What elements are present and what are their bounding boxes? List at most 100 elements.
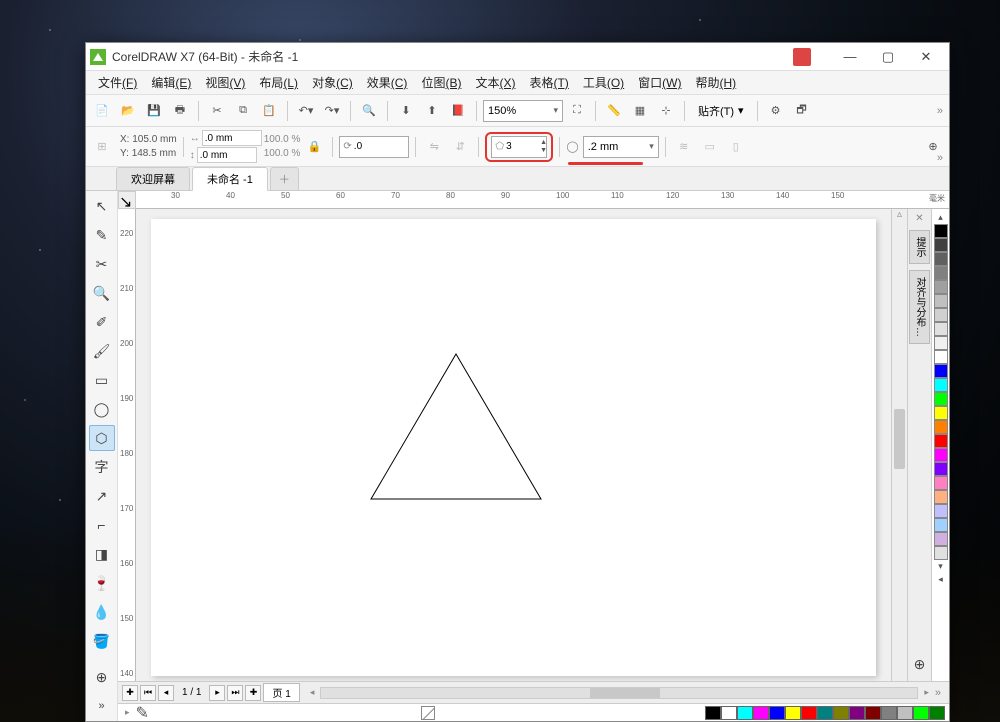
- horizontal-scroll-thumb[interactable]: [590, 688, 660, 698]
- color-swatch[interactable]: [934, 294, 948, 308]
- color-swatch[interactable]: [934, 476, 948, 490]
- color-swatch[interactable]: [934, 280, 948, 294]
- color-swatch[interactable]: [785, 706, 801, 720]
- pick-tool[interactable]: ↖: [89, 193, 115, 219]
- maximize-button[interactable]: ▢: [869, 47, 907, 67]
- eyedropper-icon[interactable]: ✎: [136, 703, 149, 722]
- horizontal-ruler[interactable]: 30 40 50 60 70 80 90 100 110 120 130 140…: [136, 191, 949, 209]
- menu-tools[interactable]: 工具(O): [577, 72, 630, 93]
- grid-button[interactable]: ▦: [628, 99, 652, 123]
- color-swatch[interactable]: [934, 448, 948, 462]
- drawing-page[interactable]: [151, 219, 876, 676]
- color-swatch[interactable]: [833, 706, 849, 720]
- color-swatch[interactable]: [934, 504, 948, 518]
- color-swatch[interactable]: [934, 462, 948, 476]
- to-back-icon[interactable]: ▯: [724, 135, 748, 159]
- page-tab-1[interactable]: 页 1: [263, 683, 299, 702]
- color-swatch[interactable]: [769, 706, 785, 720]
- next-page-button[interactable]: ▸: [209, 685, 225, 701]
- artistic-media-tool[interactable]: 🖌: [89, 338, 115, 364]
- mirror-v-icon[interactable]: ⇵: [448, 135, 472, 159]
- color-swatch[interactable]: [934, 266, 948, 280]
- width-input[interactable]: [202, 130, 262, 146]
- add-page-after-button[interactable]: ✚: [245, 685, 261, 701]
- docker-close-icon[interactable]: ✕: [915, 213, 923, 224]
- color-swatch[interactable]: [934, 434, 948, 448]
- polygon-points-input[interactable]: ⬠ ▲▼: [491, 136, 547, 158]
- freehand-tool[interactable]: ✐: [89, 309, 115, 335]
- polygon-tool[interactable]: ⬡: [89, 425, 115, 451]
- outline-width-combo[interactable]: .2 mm: [583, 136, 659, 158]
- vertical-scrollbar[interactable]: ▵: [891, 209, 907, 681]
- copy-button[interactable]: ⧉: [231, 99, 255, 123]
- mirror-h-icon[interactable]: ⇋: [422, 135, 446, 159]
- nav-overflow-icon[interactable]: »: [931, 687, 945, 699]
- prev-page-button[interactable]: ◂: [158, 685, 174, 701]
- palette-down-icon[interactable]: ▾: [932, 560, 949, 573]
- open-button[interactable]: 📂: [116, 99, 140, 123]
- palette-flyout-icon[interactable]: ◂: [932, 573, 949, 586]
- color-swatch[interactable]: [897, 706, 913, 720]
- redo-button[interactable]: ↷▾: [320, 99, 344, 123]
- color-swatch[interactable]: [865, 706, 881, 720]
- bottom-palette-left-icon[interactable]: ▸: [122, 707, 133, 718]
- triangle-shape[interactable]: [366, 349, 546, 509]
- color-swatch[interactable]: [934, 532, 948, 546]
- toolbar-overflow-icon[interactable]: »: [937, 105, 943, 117]
- crop-tool[interactable]: ✂: [89, 251, 115, 277]
- color-swatch[interactable]: [934, 308, 948, 322]
- save-button[interactable]: 💾: [142, 99, 166, 123]
- docker-hints[interactable]: 提示: [909, 230, 930, 264]
- palette-up-icon[interactable]: ▴: [932, 211, 949, 224]
- color-swatch[interactable]: [913, 706, 929, 720]
- lock-ratio-icon[interactable]: 🔒: [302, 135, 326, 159]
- color-swatch[interactable]: [934, 490, 948, 504]
- new-button[interactable]: 📄: [90, 99, 114, 123]
- color-swatch[interactable]: [934, 252, 948, 266]
- add-page-button[interactable]: ✚: [122, 685, 138, 701]
- color-swatch[interactable]: [801, 706, 817, 720]
- close-button[interactable]: ✕: [907, 47, 945, 67]
- menu-object[interactable]: 对象(C): [306, 72, 359, 93]
- rectangle-tool[interactable]: ▭: [89, 367, 115, 393]
- import-button[interactable]: ⬇: [394, 99, 418, 123]
- color-swatch[interactable]: [881, 706, 897, 720]
- undo-button[interactable]: ↶▾: [294, 99, 318, 123]
- menu-view[interactable]: 视图(V): [199, 72, 251, 93]
- menu-edit[interactable]: 编辑(E): [145, 72, 197, 93]
- horizontal-scrollbar[interactable]: [320, 687, 918, 699]
- shape-tool[interactable]: ✎: [89, 222, 115, 248]
- color-eyedropper-tool[interactable]: 💧: [89, 599, 115, 625]
- interactive-fill-tool[interactable]: 🪣: [89, 628, 115, 654]
- quick-customize-icon[interactable]: ⊕: [89, 664, 115, 690]
- color-swatch[interactable]: [705, 706, 721, 720]
- text-tool[interactable]: 字: [89, 454, 115, 480]
- object-size[interactable]: ↔ ↕: [190, 130, 262, 163]
- first-page-button[interactable]: ⏮: [140, 685, 156, 701]
- color-swatch[interactable]: [934, 420, 948, 434]
- tab-add-button[interactable]: ＋: [270, 167, 299, 190]
- menu-bitmap[interactable]: 位图(B): [415, 72, 467, 93]
- toolbox-overflow-icon[interactable]: »: [89, 693, 115, 719]
- color-swatch[interactable]: [737, 706, 753, 720]
- color-swatch[interactable]: [934, 518, 948, 532]
- cut-button[interactable]: ✂: [205, 99, 229, 123]
- menu-window[interactable]: 窗口(W): [632, 72, 687, 93]
- menu-table[interactable]: 表格(T): [523, 72, 574, 93]
- user-account-icon[interactable]: [793, 48, 811, 66]
- last-page-button[interactable]: ⏭: [227, 685, 243, 701]
- color-swatch[interactable]: [721, 706, 737, 720]
- color-swatch[interactable]: [929, 706, 945, 720]
- color-swatch[interactable]: [934, 350, 948, 364]
- wrap-text-icon[interactable]: ≋: [672, 135, 696, 159]
- guides-button[interactable]: ⊹: [654, 99, 678, 123]
- height-input[interactable]: [197, 147, 257, 163]
- paste-button[interactable]: 📋: [257, 99, 281, 123]
- snap-to-combo[interactable]: 贴齐(T) ▾: [691, 100, 751, 122]
- export-button[interactable]: ⬆: [420, 99, 444, 123]
- zoom-tool[interactable]: 🔍: [89, 280, 115, 306]
- zoom-level-combo[interactable]: 150%: [483, 100, 563, 122]
- menu-file[interactable]: 文件(F): [92, 72, 143, 93]
- canvas-viewport[interactable]: [136, 209, 891, 681]
- publish-pdf-button[interactable]: 📕: [446, 99, 470, 123]
